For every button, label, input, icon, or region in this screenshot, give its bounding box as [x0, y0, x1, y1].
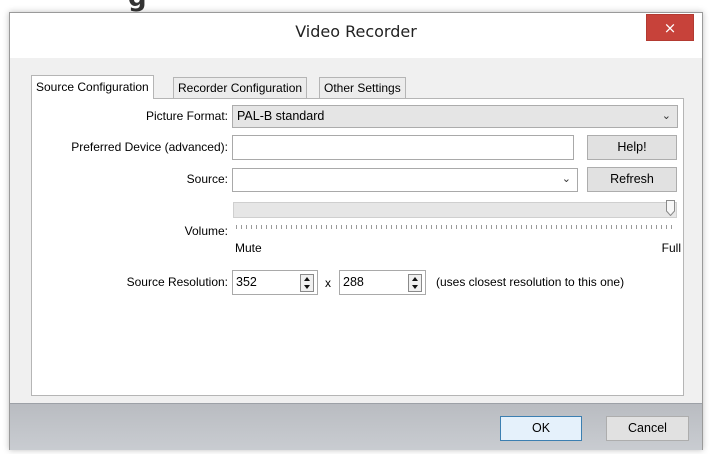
height-spinner-icon[interactable]: [408, 274, 422, 292]
width-spinner-icon[interactable]: [300, 274, 314, 292]
volume-ticks: [236, 225, 676, 229]
refresh-button[interactable]: Refresh: [587, 167, 677, 192]
close-button[interactable]: ×: [646, 14, 694, 41]
volume-label: Volume:: [184, 224, 228, 238]
ok-button[interactable]: OK: [500, 416, 582, 441]
close-icon: ×: [663, 18, 677, 37]
resolution-height-field[interactable]: 288: [339, 270, 426, 295]
window-title: Video Recorder: [295, 22, 417, 41]
chevron-down-icon: ⌄: [661, 110, 671, 122]
picture-format-select[interactable]: PAL-B standard ⌄: [232, 105, 678, 128]
source-select[interactable]: ⌄: [232, 168, 578, 192]
video-recorder-dialog: Video Recorder × Source Configuration Re…: [9, 12, 703, 450]
cancel-button[interactable]: Cancel: [606, 416, 689, 441]
source-label: Source:: [186, 172, 228, 186]
preferred-device-label: Preferred Device (advanced):: [71, 140, 228, 154]
tab-source-configuration[interactable]: Source Configuration: [31, 75, 154, 99]
volume-max-label: Full: [661, 241, 681, 255]
tab-recorder-configuration[interactable]: Recorder Configuration: [173, 77, 308, 98]
preferred-device-field[interactable]: [232, 135, 574, 160]
picture-format-value: PAL-B standard: [237, 109, 325, 123]
volume-slider-thumb[interactable]: [666, 200, 675, 216]
source-resolution-label: Source Resolution:: [126, 275, 228, 289]
resolution-width-value: 352: [236, 275, 257, 289]
dialog-client-area: Source Configuration Recorder Configurat…: [10, 58, 702, 450]
title-bar[interactable]: Video Recorder ×: [10, 13, 702, 58]
resolution-width-field[interactable]: 352: [232, 270, 318, 295]
resolution-note: (uses closest resolution to this one): [436, 275, 625, 289]
resolution-separator: x: [325, 276, 331, 290]
resolution-height-value: 288: [343, 275, 364, 289]
source-configuration-panel: Picture Format: PAL-B standard ⌄ Preferr…: [31, 98, 684, 396]
volume-min-label: Mute: [235, 241, 262, 255]
button-bar: OK Cancel: [10, 403, 702, 450]
tab-other-settings[interactable]: Other Settings: [319, 77, 406, 98]
picture-format-label: Picture Format:: [145, 109, 228, 123]
help-button[interactable]: Help!: [587, 135, 677, 160]
volume-slider-track[interactable]: [233, 202, 677, 218]
chevron-down-icon: ⌄: [561, 173, 571, 185]
